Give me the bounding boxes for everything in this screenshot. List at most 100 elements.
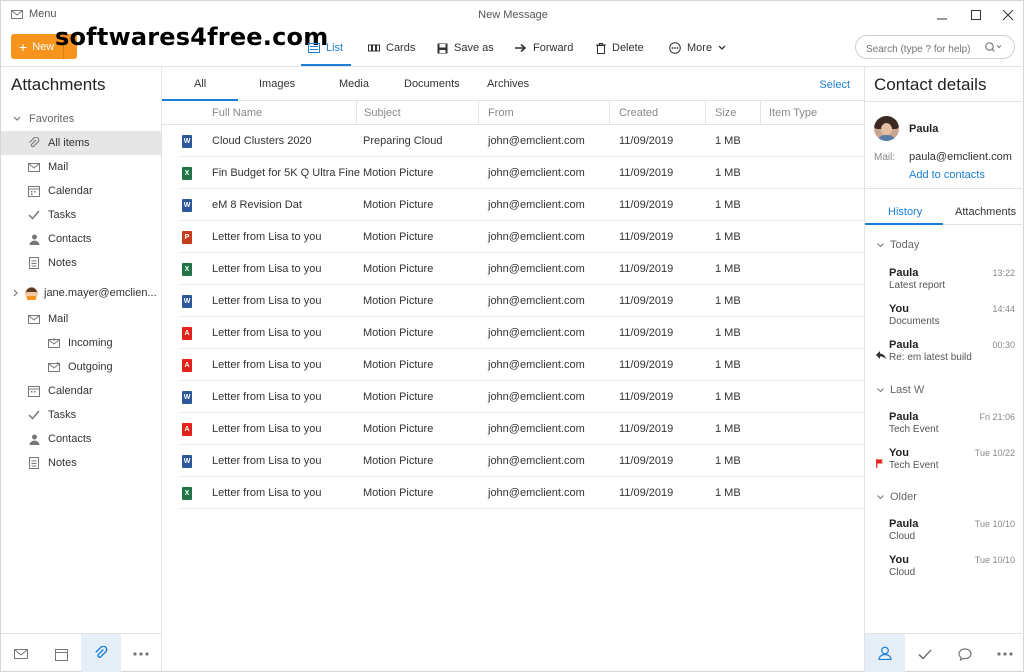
sidebar-item-account-mail[interactable]: Mail xyxy=(1,307,161,331)
sidebar-bottom-nav xyxy=(1,633,161,672)
word-file-icon: W xyxy=(182,391,192,404)
avatar[interactable] xyxy=(874,116,899,141)
nav-mail-button[interactable] xyxy=(1,634,41,672)
history-item[interactable]: You Tue 10/10 Cloud xyxy=(889,554,1015,584)
sidebar-group-favorites[interactable]: Favorites xyxy=(1,107,161,131)
history-item[interactable]: Paula Tue 10/10 Cloud xyxy=(889,518,1015,548)
tab-attachments[interactable]: Attachments xyxy=(955,206,1016,218)
table-row[interactable]: A Letter from Lisa to you Motion Picture… xyxy=(180,317,864,349)
table-row[interactable]: A Letter from Lisa to you Motion Picture… xyxy=(180,413,864,445)
tab-archives[interactable]: Archives xyxy=(487,78,529,90)
calendar-icon xyxy=(27,184,41,198)
select-link[interactable]: Select xyxy=(819,79,850,91)
delete-button[interactable]: Delete xyxy=(596,38,644,58)
history-item[interactable]: Paula Fri 21:06 Tech Event xyxy=(889,411,1015,441)
column-header-item-type[interactable]: Item Type xyxy=(769,107,817,119)
table-row[interactable]: X Fin Budget for 5K Q Ultra Fine Motion … xyxy=(180,157,864,189)
column-header-from[interactable]: From xyxy=(488,107,514,119)
forward-arrow-icon xyxy=(515,43,527,53)
tab-documents[interactable]: Documents xyxy=(404,78,460,90)
tab-all[interactable]: All xyxy=(194,78,206,90)
add-to-contacts-link[interactable]: Add to contacts xyxy=(909,169,985,181)
sidebar-item-calendar[interactable]: Calendar xyxy=(1,179,161,203)
table-row[interactable]: P Letter from Lisa to you Motion Picture… xyxy=(180,221,864,253)
cards-label: Cards xyxy=(386,42,416,54)
menu-button[interactable]: Menu xyxy=(11,8,57,20)
sidebar-item-account-tasks[interactable]: Tasks xyxy=(1,403,161,427)
contact-details-button[interactable] xyxy=(865,634,905,672)
column-divider[interactable] xyxy=(478,101,479,125)
new-dropdown-split[interactable] xyxy=(63,34,77,59)
sidebar-item-account-calendar[interactable]: Calendar xyxy=(1,379,161,403)
panel-more-button[interactable] xyxy=(985,634,1024,672)
column-divider[interactable] xyxy=(356,101,357,125)
sidebar: Attachments Favorites All items Mail Cal… xyxy=(1,67,162,672)
column-divider[interactable] xyxy=(705,101,706,125)
sidebar-item-account-contacts[interactable]: Contacts xyxy=(1,427,161,451)
tab-media[interactable]: Media xyxy=(339,78,369,90)
history-group-header[interactable]: Older xyxy=(877,491,917,503)
table-row[interactable]: W Cloud Clusters 2020 Preparing Cloud jo… xyxy=(180,125,864,157)
cell-created: 11/09/2019 xyxy=(619,423,674,435)
history-item[interactable]: Paula 00:30 Re: em latest build xyxy=(876,339,1015,369)
table-row[interactable]: A Letter from Lisa to you Motion Picture… xyxy=(180,349,864,381)
tab-images[interactable]: Images xyxy=(259,78,295,90)
cell-subject: Motion Picture xyxy=(363,295,434,307)
history-item[interactable]: You 14:44 Documents xyxy=(889,303,1015,333)
column-header-created[interactable]: Created xyxy=(619,107,658,119)
sidebar-item-notes[interactable]: Notes xyxy=(1,251,161,275)
sidebar-item-outgoing[interactable]: Outgoing xyxy=(1,355,161,379)
tasks-button[interactable] xyxy=(905,634,945,672)
history-item[interactable]: Paula 13:22 Latest report xyxy=(889,267,1015,297)
contact-tabs: History Attachments xyxy=(865,201,1024,225)
search-icon[interactable] xyxy=(985,42,1003,52)
column-header-subject[interactable]: Subject xyxy=(364,107,401,119)
history-group-header[interactable]: Today xyxy=(877,239,919,251)
new-button[interactable]: + New xyxy=(11,34,77,59)
column-divider[interactable] xyxy=(760,101,761,125)
mail-icon xyxy=(14,649,28,659)
table-row[interactable]: W eM 8 Revision Dat Motion Picture john@… xyxy=(180,189,864,221)
plus-icon: + xyxy=(19,38,28,55)
list-view-button[interactable]: List xyxy=(308,38,343,58)
cell-full-name: Letter from Lisa to you xyxy=(212,295,322,307)
history-group-header[interactable]: Last W xyxy=(877,384,924,396)
forward-button[interactable]: Forward xyxy=(515,38,573,58)
table-row[interactable]: X Letter from Lisa to you Motion Picture… xyxy=(180,253,864,285)
chat-button[interactable] xyxy=(945,634,985,672)
save-as-button[interactable]: Save as xyxy=(437,38,494,58)
sidebar-item-tasks[interactable]: Tasks xyxy=(1,203,161,227)
sidebar-item-account-notes[interactable]: Notes xyxy=(1,451,161,475)
sidebar-account[interactable]: jane.mayer@emclien... xyxy=(1,281,161,305)
table-row[interactable]: X Letter from Lisa to you Motion Picture… xyxy=(180,477,864,509)
nav-attachments-button[interactable] xyxy=(81,634,121,672)
history-subject: Tech Event xyxy=(889,460,939,471)
cell-created: 11/09/2019 xyxy=(619,359,674,371)
minimize-icon[interactable] xyxy=(931,5,953,25)
column-header-full-name[interactable]: Full Name xyxy=(212,107,262,119)
sidebar-item-mail[interactable]: Mail xyxy=(1,155,161,179)
close-icon[interactable] xyxy=(997,5,1019,25)
table-row[interactable]: W Letter from Lisa to you Motion Picture… xyxy=(180,285,864,317)
column-divider[interactable] xyxy=(609,101,610,125)
cell-full-name: Letter from Lisa to you xyxy=(212,391,322,403)
maximize-icon[interactable] xyxy=(965,5,987,25)
table-row[interactable]: W Letter from Lisa to you Motion Picture… xyxy=(180,445,864,477)
tab-history[interactable]: History xyxy=(888,206,922,218)
history-sender: You xyxy=(889,303,909,315)
table-row[interactable]: W Letter from Lisa to you Motion Picture… xyxy=(180,381,864,413)
cell-from: john@emclient.com xyxy=(488,327,585,339)
column-header-size[interactable]: Size xyxy=(715,107,736,119)
sidebar-item-incoming[interactable]: Incoming xyxy=(1,331,161,355)
table-header: Full Name Subject From Created Size Item… xyxy=(162,101,864,125)
more-button[interactable]: More xyxy=(669,38,726,58)
history-item[interactable]: You Tue 10/22 Tech Event xyxy=(876,447,1015,477)
chat-bubble-icon xyxy=(958,647,972,661)
cell-created: 11/09/2019 xyxy=(619,135,674,147)
cards-view-button[interactable]: Cards xyxy=(368,38,415,58)
nav-calendar-button[interactable] xyxy=(41,634,81,672)
sidebar-item-contacts[interactable]: Contacts xyxy=(1,227,161,251)
sidebar-item-all-items[interactable]: All items xyxy=(1,131,161,155)
contact-email[interactable]: paula@emclient.com xyxy=(909,151,1012,163)
nav-more-button[interactable] xyxy=(121,634,161,672)
